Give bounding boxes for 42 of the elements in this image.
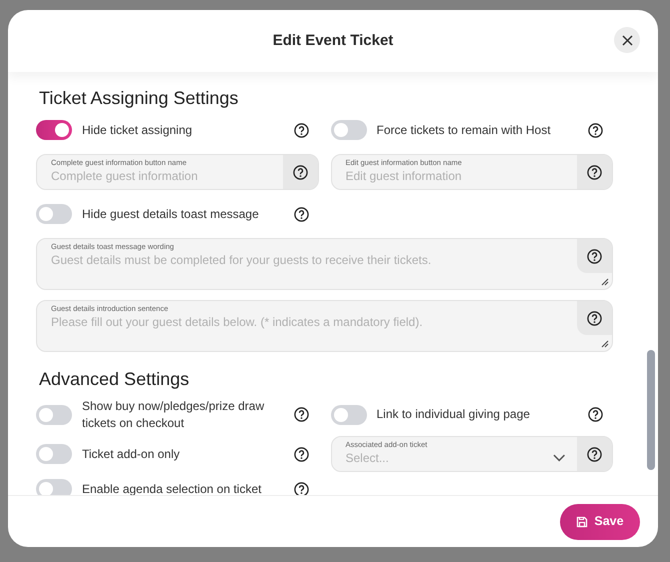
help-icon[interactable] xyxy=(292,164,308,180)
toggle-switch[interactable] xyxy=(330,404,366,425)
help-icon[interactable] xyxy=(587,310,602,326)
text-area[interactable]: Guest details must be completed for your guests to receive their tickets. xyxy=(51,251,563,286)
help-icon[interactable] xyxy=(587,164,602,180)
section-heading: Ticket Assigning Settings xyxy=(39,87,240,110)
save-icon xyxy=(576,516,588,528)
toggle-label: Link to individual giving page xyxy=(376,406,531,423)
help-icon[interactable] xyxy=(294,482,308,495)
input-field[interactable]: Complete guest information xyxy=(51,167,268,186)
text-area[interactable]: Please fill out your guest details below. (* indicates a mandatory field). xyxy=(51,313,563,348)
toggle-switch[interactable] xyxy=(36,204,72,224)
help-icon[interactable] xyxy=(587,248,602,264)
toggle-label: Show buy now/pledges/prize draw tickets on checkout xyxy=(82,398,266,432)
close-icon xyxy=(622,34,632,46)
input-field[interactable]: Edit guest information xyxy=(346,167,563,186)
help-icon[interactable] xyxy=(587,446,602,462)
toggle-switch[interactable] xyxy=(36,479,72,495)
toggle-label: Enable agenda selection on ticket xyxy=(82,480,262,495)
help-icon[interactable] xyxy=(588,122,603,138)
modal-title: Edit Event Ticket xyxy=(272,30,394,51)
help-icon[interactable] xyxy=(294,122,308,138)
help-icon[interactable] xyxy=(588,407,603,422)
toggle-switch[interactable] xyxy=(36,404,72,425)
toggle-switch[interactable] xyxy=(36,120,72,140)
save-button[interactable]: Save xyxy=(560,504,640,540)
toggle-label: Ticket add-on only xyxy=(82,446,181,463)
toggle-label: Force tickets to remain with Host xyxy=(376,122,552,139)
resize-handle-icon[interactable] xyxy=(601,278,609,286)
chevron-down-icon[interactable] xyxy=(552,454,565,462)
close-button[interactable] xyxy=(614,27,640,53)
toggle-label: Hide guest details toast message xyxy=(82,206,260,223)
toggle-label: Hide ticket assigning xyxy=(82,122,194,139)
scrollbar-thumb[interactable] xyxy=(647,350,655,470)
help-icon[interactable] xyxy=(294,206,308,222)
select-placeholder: Select... xyxy=(346,450,390,468)
toggle-switch[interactable] xyxy=(330,120,366,140)
section-heading: Advanced Settings xyxy=(39,368,190,392)
help-icon[interactable] xyxy=(294,446,308,462)
help-icon[interactable] xyxy=(294,407,308,422)
toggle-switch[interactable] xyxy=(36,444,72,464)
resize-handle-icon[interactable] xyxy=(601,340,609,348)
